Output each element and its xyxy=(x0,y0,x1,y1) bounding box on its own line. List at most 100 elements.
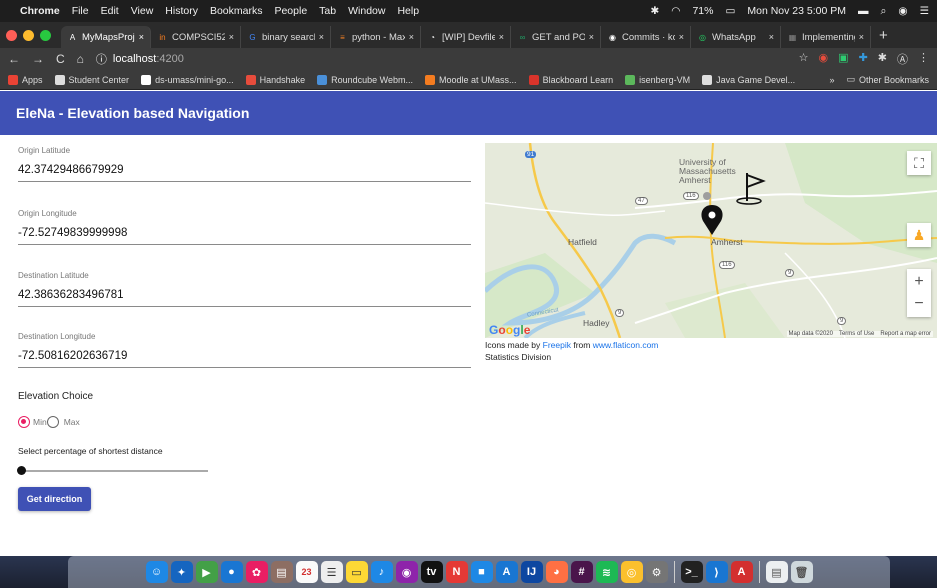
news-icon[interactable]: N xyxy=(445,561,468,583)
trash-icon[interactable]: 🗑 xyxy=(790,561,813,583)
tab-close-icon[interactable]: × xyxy=(229,32,234,42)
forward-arrow-icon[interactable]: → xyxy=(32,52,44,66)
clock[interactable]: Mon Nov 23 5:00 PM xyxy=(747,5,846,17)
menu-tab[interactable]: Tab xyxy=(319,5,336,17)
browser-tab[interactable]: Gbinary search × xyxy=(241,26,331,48)
tab-close-icon[interactable]: × xyxy=(499,32,504,42)
tab-close-icon[interactable]: × xyxy=(859,32,864,42)
firefox-icon[interactable]: ◕ xyxy=(545,561,568,583)
reload-icon[interactable]: C xyxy=(56,52,65,66)
calendar-icon[interactable]: 23 xyxy=(295,561,318,583)
bookmark-item[interactable]: isenberg-VM xyxy=(625,74,690,85)
destination-latitude-input[interactable] xyxy=(18,289,471,301)
extension-green-icon[interactable]: ▣ xyxy=(838,51,848,67)
menu-app-name[interactable]: Chrome xyxy=(20,5,60,17)
report-map-error-link[interactable]: Report a map error xyxy=(880,331,931,337)
close-window-button[interactable] xyxy=(6,29,17,41)
browser-tab[interactable]: ◎ WhatsApp × xyxy=(691,26,781,48)
tab-close-icon[interactable]: × xyxy=(409,32,414,42)
fullscreen-button[interactable]: ⛶ xyxy=(907,151,931,175)
bookmarks-overflow-icon[interactable]: » xyxy=(829,75,834,85)
get-direction-button[interactable]: Get direction xyxy=(18,487,91,511)
flaticon-link[interactable]: www.flaticon.com xyxy=(593,340,659,350)
tab-close-icon[interactable]: × xyxy=(769,32,774,42)
menu-bookmarks[interactable]: Bookmarks xyxy=(210,5,263,17)
intellij-icon[interactable]: IJ xyxy=(520,561,543,583)
menu-help[interactable]: Help xyxy=(397,5,419,17)
terminal-icon[interactable]: >_ xyxy=(680,561,703,583)
star-bookmark-icon[interactable]: ☆ xyxy=(799,51,809,67)
bookmark-item[interactable]: Roundcube Webm... xyxy=(317,74,413,85)
messages-icon[interactable]: ● xyxy=(220,561,243,583)
zoom-window-button[interactable] xyxy=(40,29,51,41)
more-menu-icon[interactable]: ⋮ xyxy=(918,51,929,67)
menu-window[interactable]: Window xyxy=(348,5,385,17)
browser-tab[interactable]: ◔ [WIP] Devfile × xyxy=(421,26,511,48)
radio-min-label[interactable]: Min xyxy=(33,417,47,427)
reminders-icon[interactable]: ☰ xyxy=(320,561,343,583)
photos-icon[interactable]: ✿ xyxy=(245,561,268,583)
menu-edit[interactable]: Edit xyxy=(101,5,119,17)
bookmark-item[interactable]: Moodle at UMass... xyxy=(425,74,517,85)
bluetooth-icon[interactable]: ✱ xyxy=(650,5,659,17)
info-icon[interactable]: ⓘ xyxy=(96,51,107,67)
profile-icon[interactable]: Ⓐ xyxy=(897,51,908,67)
freepik-link[interactable]: Freepik xyxy=(543,340,571,350)
vscode-icon[interactable]: ⟩ xyxy=(705,561,728,583)
browser-tab[interactable]: in COMPSCI520 × xyxy=(151,26,241,48)
tab-close-icon[interactable]: × xyxy=(319,32,324,42)
zoom-app-icon[interactable]: ■ xyxy=(470,561,493,583)
wifi-icon[interactable]: ◠ xyxy=(671,5,680,17)
bookmark-item[interactable]: Blackboard Learn xyxy=(528,74,613,85)
other-bookmarks[interactable]: ▭ Other Bookmarks xyxy=(846,74,929,85)
address-bar[interactable]: ⓘ localhost:4200 xyxy=(96,51,184,67)
menu-history[interactable]: History xyxy=(165,5,198,17)
origin-latitude-input[interactable] xyxy=(18,164,471,176)
browser-tab[interactable]: ◉ Commits · ko × xyxy=(601,26,691,48)
bookmark-item[interactable]: Handshake xyxy=(245,74,305,85)
tab-close-icon[interactable]: × xyxy=(589,32,594,42)
new-tab-button[interactable]: + xyxy=(879,27,888,44)
browser-tab[interactable]: ≡ python - Max × xyxy=(331,26,421,48)
menu-people[interactable]: People xyxy=(274,5,307,17)
extensions-puzzle-icon[interactable]: ✱ xyxy=(878,51,887,67)
minimize-window-button[interactable] xyxy=(23,29,34,41)
menu-view[interactable]: View xyxy=(131,5,154,17)
destination-longitude-input[interactable] xyxy=(18,350,471,362)
browser-tab[interactable]: ∞ GET and POS × xyxy=(511,26,601,48)
bookmark-item[interactable]: Student Center xyxy=(54,74,129,85)
zoom-in-button[interactable]: + xyxy=(914,271,923,293)
control-center-icon[interactable]: ☰ xyxy=(920,5,929,17)
notes-icon[interactable]: ▤ xyxy=(270,561,293,583)
menu-file[interactable]: File xyxy=(72,5,89,17)
apple-tv-icon[interactable]: tv xyxy=(420,561,443,583)
battery-percent[interactable]: 71% xyxy=(692,5,713,17)
terms-of-use-link[interactable]: Terms of Use xyxy=(839,331,874,337)
safari-icon[interactable]: ✦ xyxy=(170,561,193,583)
distance-percentage-slider[interactable] xyxy=(17,466,208,476)
radio-max[interactable] xyxy=(46,416,59,428)
radio-min[interactable] xyxy=(18,416,30,428)
podcasts-icon[interactable]: ◉ xyxy=(395,561,418,583)
back-arrow-icon[interactable]: ← xyxy=(8,52,20,66)
facetime-icon[interactable]: ▶ xyxy=(195,561,218,583)
extension-blue-icon[interactable]: ✚ xyxy=(859,51,868,67)
radio-max-label[interactable]: Max xyxy=(64,417,80,427)
music-icon[interactable]: ♪ xyxy=(370,561,393,583)
acrobat-icon[interactable]: A xyxy=(730,561,753,583)
system-preferences-icon[interactable]: ⚙ xyxy=(645,561,668,583)
home-icon[interactable]: ⌂ xyxy=(77,52,84,66)
browser-tab[interactable]: ▦ Implementing × xyxy=(781,26,871,48)
zoom-out-button[interactable]: − xyxy=(914,293,923,315)
slack-icon[interactable]: # xyxy=(570,561,593,583)
slider-thumb[interactable] xyxy=(17,466,26,475)
origin-longitude-input[interactable] xyxy=(18,227,471,239)
battery-icon[interactable]: ▭ xyxy=(725,5,735,17)
tab-close-icon[interactable]: × xyxy=(139,32,144,42)
tab-close-icon[interactable]: × xyxy=(679,32,684,42)
extension-red-icon[interactable]: ◉ xyxy=(819,51,829,67)
slider-track[interactable] xyxy=(18,470,208,472)
siri-icon[interactable]: ◉ xyxy=(898,5,907,17)
chrome-icon[interactable]: ◎ xyxy=(620,561,643,583)
documents-folder-icon[interactable]: ▤ xyxy=(765,561,788,583)
